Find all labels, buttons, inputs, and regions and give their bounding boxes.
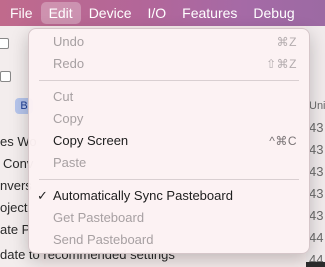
menu-item-copy-screen[interactable]: Copy Screen ^⌘C [29,130,309,152]
cell-value: 43 [309,142,324,157]
background-text: oject [0,200,28,215]
checkbox-icon[interactable] [0,38,9,49]
menu-file[interactable]: File [0,2,41,24]
selected-row[interactable] [306,262,325,267]
edit-menu-dropdown: Undo ⌘Z Redo ⇧⌘Z Cut Copy Copy Screen ^⌘… [28,28,310,254]
cell-value: 44 [309,230,324,245]
menu-features[interactable]: Features [174,2,245,24]
menu-separator [39,179,299,180]
menu-item-paste[interactable]: Paste [29,152,309,174]
shortcut-label: ^⌘C [269,134,297,148]
background-text: ate P [0,222,31,237]
shortcut-label: ⌘Z [276,35,297,49]
menu-debug[interactable]: Debug [245,2,302,24]
menu-io[interactable]: I/O [139,2,174,24]
cell-value: 43 [309,164,324,179]
menu-item-cut[interactable]: Cut [29,86,309,108]
menu-edit[interactable]: Edit [40,2,81,24]
cell-value: 43 [309,208,324,223]
menu-item-get-pasteboard[interactable]: Get Pasteboard [29,207,309,229]
menu-bar: File Edit Device I/O Features Debug [0,0,325,26]
cell-value: 43 [309,186,324,201]
checkmark-icon: ✓ [37,188,48,203]
menu-separator [39,80,299,81]
menu-item-copy[interactable]: Copy [29,108,309,130]
close-box-icon[interactable] [0,71,11,82]
shortcut-label: ⇧⌘Z [266,57,297,71]
menu-item-send-pasteboard[interactable]: Send Pasteboard [29,229,309,251]
menu-item-redo[interactable]: Redo ⇧⌘Z [29,53,309,75]
column-header: Uni [309,100,325,112]
menu-item-auto-sync-pasteboard[interactable]: ✓ Automatically Sync Pasteboard [29,185,309,207]
cell-value: 43 [309,120,324,135]
menu-item-undo[interactable]: Undo ⌘Z [29,31,309,53]
menu-device[interactable]: Device [81,2,140,24]
